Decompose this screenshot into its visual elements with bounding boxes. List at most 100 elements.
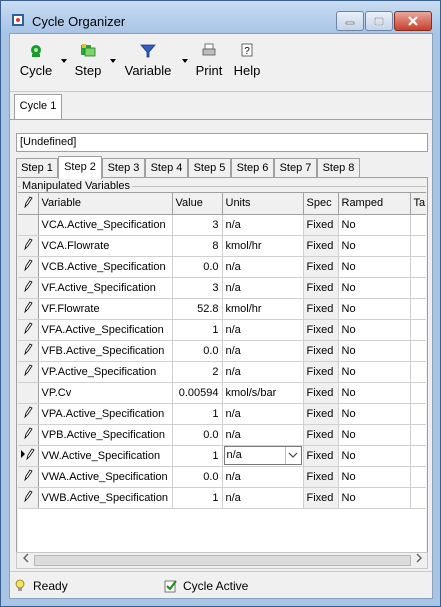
ramped-cell[interactable]: No — [338, 319, 411, 341]
units-dropdown-button[interactable] — [284, 447, 301, 464]
units-cell[interactable]: n/a — [222, 256, 304, 278]
variable-cell[interactable]: VW.Active_Specification — [38, 445, 173, 467]
table-row[interactable]: VFA.Active_Specification 1 n/a Fixed No — [18, 319, 426, 341]
table-row-selected[interactable]: VW.Active_Specification 1 n/a Fixed No — [18, 445, 426, 467]
units-cell[interactable]: n/a — [222, 319, 304, 341]
ramped-cell[interactable]: No — [338, 382, 411, 404]
spec-cell[interactable]: Fixed — [303, 403, 339, 425]
value-cell[interactable]: 1 — [172, 403, 223, 425]
extra-cell[interactable] — [410, 445, 426, 467]
units-cell[interactable]: n/a — [222, 277, 304, 299]
extra-cell[interactable] — [410, 466, 426, 488]
spec-cell[interactable]: Fixed — [303, 361, 339, 383]
variable-cell[interactable]: VCB.Active_Specification — [38, 256, 173, 278]
tab-step-8[interactable]: Step 8 — [317, 158, 360, 178]
variable-cell[interactable]: VP.Active_Specification — [38, 361, 173, 383]
extra-cell[interactable] — [410, 340, 426, 362]
variable-cell[interactable]: VF.Active_Specification — [38, 277, 173, 299]
row-header[interactable] — [18, 235, 39, 257]
table-row[interactable]: VCA.Flowrate 8 kmol/hr Fixed No — [18, 235, 426, 257]
value-cell[interactable]: 1 — [172, 319, 223, 341]
spec-cell[interactable]: Fixed — [303, 466, 339, 488]
table-row[interactable]: VF.Active_Specification 3 n/a Fixed No — [18, 277, 426, 299]
step-button[interactable]: Step — [72, 42, 104, 88]
value-cell[interactable]: 1 — [172, 487, 223, 509]
extra-cell[interactable] — [410, 214, 426, 236]
table-row[interactable]: VP.Cv 0.00594 kmol/s/bar Fixed No — [18, 382, 426, 404]
extra-cell[interactable] — [410, 487, 426, 509]
variable-cell[interactable]: VF.Flowrate — [38, 298, 173, 320]
tab-cycle-1[interactable]: Cycle 1 — [14, 94, 62, 119]
extra-cell[interactable] — [410, 256, 426, 278]
ramped-cell[interactable]: No — [338, 256, 411, 278]
column-header-extra[interactable]: Ta — [410, 193, 426, 215]
table-row[interactable]: VWB.Active_Specification 1 n/a Fixed No — [18, 487, 426, 509]
column-header-value[interactable]: Value — [172, 193, 223, 215]
units-cell[interactable]: kmol/s/bar — [222, 382, 304, 404]
value-cell[interactable]: 52.8 — [172, 298, 223, 320]
print-button[interactable]: Print — [194, 42, 224, 88]
variable-button[interactable]: Variable — [122, 42, 174, 88]
value-cell[interactable]: 3 — [172, 214, 223, 236]
tab-step-7[interactable]: Step 7 — [274, 158, 317, 178]
row-header[interactable] — [18, 340, 39, 362]
extra-cell[interactable] — [410, 277, 426, 299]
ramped-cell[interactable]: No — [338, 487, 411, 509]
scroll-left-button[interactable] — [17, 553, 34, 568]
ramped-cell[interactable]: No — [338, 403, 411, 425]
scroll-right-button[interactable] — [410, 553, 427, 568]
column-header-variable[interactable]: Variable — [38, 193, 173, 215]
close-button[interactable] — [394, 11, 432, 31]
units-cell[interactable]: n/a — [222, 424, 304, 446]
units-cell[interactable]: n/a — [222, 445, 304, 467]
units-cell[interactable]: n/a — [222, 340, 304, 362]
row-header[interactable] — [18, 403, 39, 425]
ramped-cell[interactable]: No — [338, 235, 411, 257]
units-cell[interactable]: n/a — [222, 214, 304, 236]
tab-step-2[interactable]: Step 2 — [58, 156, 102, 179]
column-header-spec[interactable]: Spec — [303, 193, 339, 215]
step-dropdown-arrow[interactable] — [110, 59, 116, 63]
spec-cell[interactable]: Fixed — [303, 298, 339, 320]
units-cell[interactable]: n/a — [222, 466, 304, 488]
units-cell[interactable]: n/a — [222, 403, 304, 425]
value-cell[interactable]: 0.0 — [172, 424, 223, 446]
column-header-ramped[interactable]: Ramped — [338, 193, 411, 215]
variable-cell[interactable]: VFB.Active_Specification — [38, 340, 173, 362]
spec-cell[interactable]: Fixed — [303, 214, 339, 236]
spec-cell[interactable]: Fixed — [303, 382, 339, 404]
spec-cell[interactable]: Fixed — [303, 277, 339, 299]
spec-cell[interactable]: Fixed — [303, 445, 339, 467]
row-header[interactable] — [18, 424, 39, 446]
value-cell[interactable]: 2 — [172, 361, 223, 383]
value-cell[interactable]: 1 — [172, 445, 223, 467]
column-header-units[interactable]: Units — [222, 193, 304, 215]
table-row[interactable]: VFB.Active_Specification 0.0 n/a Fixed N… — [18, 340, 426, 362]
row-header[interactable] — [18, 256, 39, 278]
minimize-button[interactable] — [336, 11, 364, 31]
spec-cell[interactable]: Fixed — [303, 487, 339, 509]
row-header[interactable] — [18, 361, 39, 383]
variable-cell[interactable]: VPA.Active_Specification — [38, 403, 173, 425]
ramped-cell[interactable]: No — [338, 445, 411, 467]
extra-cell[interactable] — [410, 424, 426, 446]
cycle-button[interactable]: Cycle — [16, 42, 56, 88]
help-button[interactable]: ? Help — [232, 42, 262, 88]
variable-cell[interactable]: VFA.Active_Specification — [38, 319, 173, 341]
row-header-current[interactable] — [18, 445, 39, 467]
extra-cell[interactable] — [410, 235, 426, 257]
units-dropdown[interactable]: n/a — [223, 446, 302, 465]
variable-cell[interactable]: VPB.Active_Specification — [38, 424, 173, 446]
description-field[interactable]: [Undefined] — [16, 133, 428, 152]
table-row[interactable]: VPB.Active_Specification 0.0 n/a Fixed N… — [18, 424, 426, 446]
units-cell[interactable]: n/a — [222, 361, 304, 383]
tab-step-5[interactable]: Step 5 — [188, 158, 231, 178]
row-header[interactable] — [18, 277, 39, 299]
row-header[interactable] — [18, 319, 39, 341]
row-header[interactable] — [18, 214, 39, 236]
table-row[interactable]: VF.Flowrate 52.8 kmol/hr Fixed No — [18, 298, 426, 320]
tab-step-1[interactable]: Step 1 — [16, 158, 58, 178]
ramped-cell[interactable]: No — [338, 214, 411, 236]
cycle-dropdown-arrow[interactable] — [61, 59, 67, 63]
spec-cell[interactable]: Fixed — [303, 319, 339, 341]
